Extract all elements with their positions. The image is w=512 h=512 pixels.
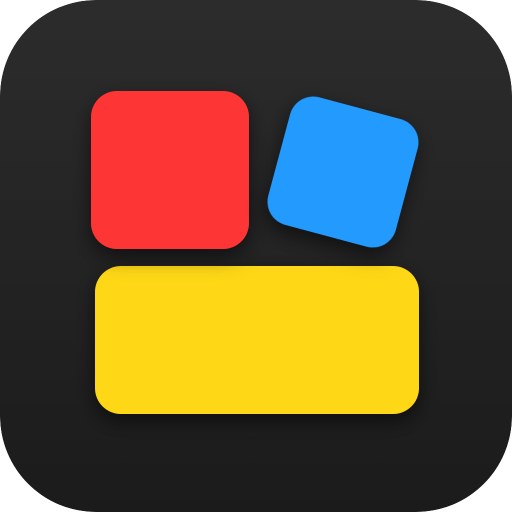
yellow-wide-tile xyxy=(95,266,419,414)
app-icon xyxy=(0,0,512,512)
icon-background xyxy=(0,0,512,512)
app-icon-graphic xyxy=(0,0,512,512)
red-square-tile xyxy=(91,91,249,249)
